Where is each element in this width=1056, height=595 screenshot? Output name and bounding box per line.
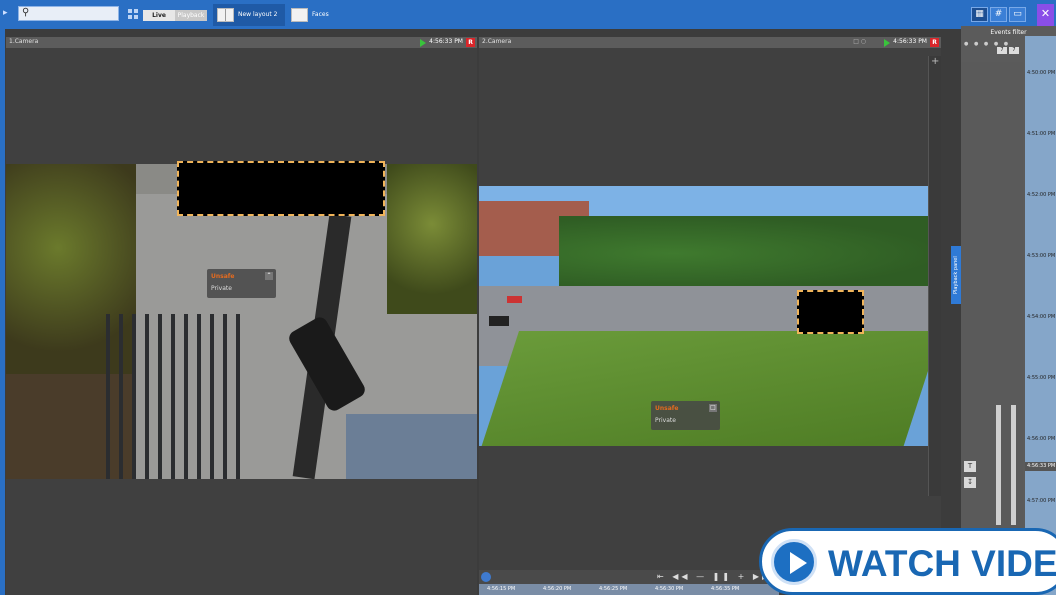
layout-tab-label: Faces bbox=[312, 11, 329, 18]
playback-panel-tab[interactable]: Playback panel bbox=[951, 246, 961, 304]
layout-tab-label: New layout 2 bbox=[238, 11, 278, 18]
playback-timeline[interactable]: ⇤ ◀◀ — ❚❚ + ▶▶ 4:56:15 PM 4:56:20 PM 4:5… bbox=[479, 570, 779, 595]
timeline-tick: 4:56:30 PM bbox=[655, 586, 684, 592]
scene-trees bbox=[387, 164, 477, 314]
timeline-tick: 4:56:35 PM bbox=[711, 586, 740, 592]
current-time-marker: 4:56:33 PM bbox=[1025, 462, 1056, 471]
tile-side-bar: + bbox=[928, 56, 941, 496]
timeline-time-label: 4:53:00 PM bbox=[1027, 253, 1056, 259]
live-mode-button[interactable]: Live bbox=[143, 10, 175, 21]
app-window: ▸ ⚲ Live Playback New layout 2 Faces ▦ #… bbox=[0, 0, 1056, 595]
search-icon: ⚲ bbox=[22, 7, 30, 18]
camera-title: 2.Camera bbox=[482, 38, 512, 45]
timeline-time-label: 4:56:00 PM bbox=[1027, 436, 1056, 442]
events-timeline[interactable]: 4:50:00 PM 4:51:00 PM 4:52:00 PM 4:53:00… bbox=[1025, 36, 1056, 595]
detection-overlay[interactable]: Unsafe Private □ bbox=[651, 401, 720, 430]
search-field[interactable]: ⚲ bbox=[18, 6, 119, 21]
add-icon[interactable]: + bbox=[931, 56, 939, 67]
left-sidebar-strip[interactable] bbox=[0, 29, 5, 595]
record-badge[interactable]: R bbox=[466, 38, 475, 47]
clock-icon[interactable] bbox=[481, 572, 491, 582]
event-count: 7 bbox=[1009, 47, 1019, 54]
overlay-name: Unsafe bbox=[211, 273, 235, 280]
privacy-mask[interactable] bbox=[797, 290, 864, 334]
camera-time: 4:56:33 PM bbox=[893, 38, 927, 45]
timeline-time-label: 4:57:00 PM bbox=[1027, 498, 1056, 504]
single-view-icon[interactable]: ▭ bbox=[1009, 7, 1026, 22]
grid-view-icon[interactable]: ▦ bbox=[971, 7, 988, 22]
overlay-label: Private bbox=[211, 285, 232, 292]
play-icon[interactable] bbox=[420, 39, 426, 47]
detection-overlay[interactable]: Unsafe Private ⌃ bbox=[207, 269, 276, 298]
view-mode-controls: ▦ # ▭ ✕ bbox=[969, 4, 1056, 26]
record-badge[interactable]: R bbox=[930, 38, 939, 47]
camera-title: 1.Camera bbox=[9, 38, 39, 45]
timeline-time-label: 4:54:00 PM bbox=[1027, 314, 1056, 320]
camera-tools-icon[interactable]: □ ○ bbox=[853, 38, 866, 45]
camera-header: 2.Camera □ ○ 4:56:33 PM R bbox=[479, 37, 941, 48]
timeline-time-label: 4:50:00 PM bbox=[1027, 70, 1056, 76]
events-filter-title: Events filter bbox=[990, 29, 1027, 36]
playback-controls[interactable]: ⇤ ◀◀ — ❚❚ + ▶▶ bbox=[657, 572, 771, 581]
layout-tab-new-layout-2[interactable]: New layout 2 bbox=[213, 4, 285, 26]
expand-arrow-icon[interactable]: ▸ bbox=[3, 8, 8, 18]
layout-thumbnail-icon bbox=[291, 8, 308, 22]
hash-grid-icon[interactable]: # bbox=[990, 7, 1007, 22]
timeline-time-label: 4:51:00 PM bbox=[1027, 131, 1056, 137]
expand-icon[interactable]: ⌃ bbox=[265, 272, 273, 280]
overlay-name: Unsafe bbox=[655, 405, 679, 412]
zoom-slider[interactable] bbox=[996, 405, 1001, 525]
timeline-tick: 4:56:25 PM bbox=[599, 586, 628, 592]
layouts-grid-icon[interactable] bbox=[128, 9, 138, 19]
play-icon bbox=[771, 539, 817, 585]
events-filter-panel: Events filter ● ● ● ● ● 7 7 4:50:00 PM 4… bbox=[961, 26, 1056, 595]
timeline-time-label: 4:55:00 PM bbox=[1027, 375, 1056, 381]
overlay-label: Private bbox=[655, 417, 676, 424]
export-icon[interactable]: ↧ bbox=[964, 477, 976, 488]
close-icon[interactable]: ✕ bbox=[1037, 4, 1054, 26]
scene-car bbox=[489, 316, 509, 326]
privacy-mask[interactable] bbox=[177, 161, 385, 216]
timeline-tick: 4:56:20 PM bbox=[543, 586, 572, 592]
camera-tile-2[interactable]: 2.Camera □ ○ 4:56:33 PM R Unsafe Private… bbox=[479, 37, 941, 595]
scene-car bbox=[507, 296, 522, 303]
camera-time: 4:56:33 PM bbox=[429, 38, 463, 45]
event-count: 7 bbox=[997, 47, 1007, 54]
speed-slider[interactable] bbox=[1011, 405, 1016, 525]
timeline-time-label: 4:52:00 PM bbox=[1027, 192, 1056, 198]
scene-trees bbox=[559, 216, 941, 291]
layout-tab-faces[interactable]: Faces bbox=[287, 4, 347, 26]
expand-icon[interactable]: □ bbox=[709, 404, 717, 412]
watch-video-label: WATCH VIDEO bbox=[828, 543, 1056, 584]
scene-roof bbox=[346, 414, 477, 479]
text-tool-icon[interactable]: T bbox=[964, 461, 976, 472]
layout-thumbnail-icon bbox=[217, 8, 234, 22]
play-icon[interactable] bbox=[884, 39, 890, 47]
timeline-scale[interactable]: 4:56:15 PM 4:56:20 PM 4:56:25 PM 4:56:30… bbox=[479, 584, 779, 595]
playback-mode-button[interactable]: Playback bbox=[175, 10, 207, 21]
top-toolbar: ▸ ⚲ Live Playback New layout 2 Faces ▦ #… bbox=[0, 0, 1056, 29]
camera-tile-1[interactable]: 1.Camera 4:56:33 PM R Unsafe Private ⌃ bbox=[6, 37, 477, 595]
timeline-tick: 4:56:15 PM bbox=[487, 586, 516, 592]
scene-fence bbox=[106, 314, 246, 479]
watch-video-button[interactable]: WATCH VIDEO bbox=[759, 528, 1056, 595]
camera-header: 1.Camera 4:56:33 PM R bbox=[6, 37, 477, 48]
